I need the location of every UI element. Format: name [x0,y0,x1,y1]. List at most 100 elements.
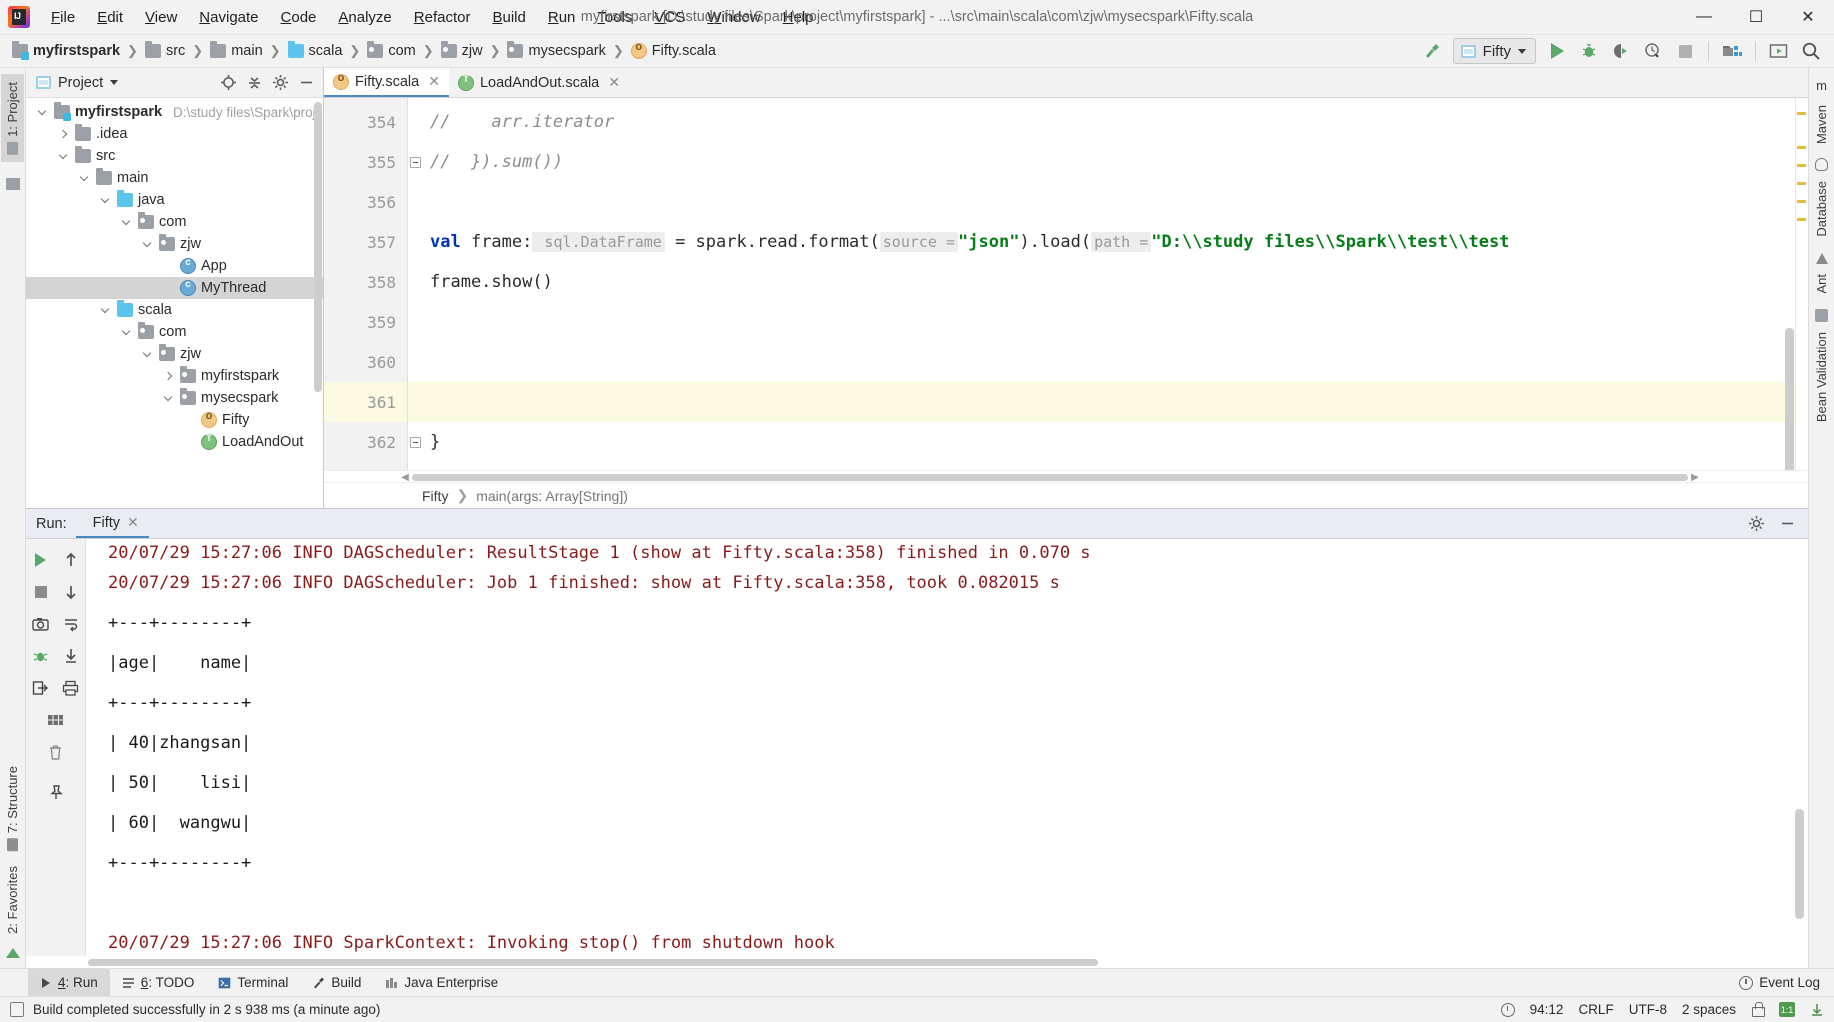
sidebar-item-project[interactable]: 1: Project [1,74,24,162]
error-stripe-gutter[interactable] [1795,98,1808,470]
console-vertical-scrollbar[interactable] [1795,809,1804,919]
chevron-down-icon[interactable] [99,194,112,207]
menu-window[interactable]: Window [696,5,771,30]
console-horizontal-scrollbar[interactable] [88,959,1098,966]
sidebar-item-structure[interactable]: 7: Structure [1,758,24,858]
console-hscroll-area[interactable] [26,956,1808,968]
editor-gutter[interactable]: 354 355 356 357 358 359 360 361 362 [324,98,421,470]
breadcrumb-item-main[interactable]: main [208,41,264,59]
close-button[interactable]: ✕ [1782,0,1834,34]
menu-file[interactable]: File [40,5,86,30]
chevron-down-icon[interactable] [99,304,112,317]
event-log-label[interactable]: Event Log [1759,975,1820,990]
event-log-area[interactable]: Event Log [1739,975,1834,990]
chevron-right-icon[interactable] [57,128,70,141]
rerun-button[interactable] [27,546,55,574]
menu-help[interactable]: Help [772,5,825,30]
caret-position[interactable]: 94:12 [1530,1002,1564,1017]
run-tab-fifty[interactable]: Fifty ✕ [75,509,149,538]
run-console-output[interactable]: 20/07/29 15:27:06 INFO DAGScheduler: Res… [86,539,1808,956]
breadcrumb-item-scala[interactable]: scala [286,41,345,59]
tree-node-loadandout[interactable]: LoadAndOut [26,431,323,453]
window-controls[interactable]: — ☐ ✕ [1678,0,1834,34]
pin-tab-icon[interactable] [42,778,70,806]
scroll-to-end-button[interactable] [57,642,85,670]
print-button[interactable] [57,674,85,702]
tree-node-com[interactable]: com [26,321,323,343]
menu-analyze[interactable]: Analyze [327,5,402,30]
gutter-line-356[interactable]: 356 [324,182,407,222]
sidebar-item-maven[interactable]: Maven [1810,97,1833,152]
chevron-down-icon[interactable] [141,348,154,361]
breadcrumb[interactable]: myfirstspark ❯ src ❯ main ❯ scala ❯ com ❯ zjw ❯ myse… [10,41,718,60]
scroll-down-button[interactable] [57,578,85,606]
bottom-tab---todo6[interactable]: 6: TODO [110,969,207,996]
project-view-chevron-icon[interactable] [110,80,119,85]
menu-code[interactable]: Code [270,5,328,30]
sidebar-item-bean-validation[interactable]: Bean Validation [1810,324,1833,430]
hide-run-panel-icon[interactable] [1779,515,1796,532]
grid-view-button[interactable] [42,706,70,734]
menu-build[interactable]: Build [481,5,536,30]
gutter-line-355[interactable]: 355 [324,142,421,182]
tree-node-myfirstspark[interactable]: myfirstspark [26,365,323,387]
soft-wrap-button[interactable] [57,610,85,638]
breadcrumb-item-myfirstspark[interactable]: myfirstspark [10,41,122,60]
editor-tab-fifty-scala[interactable]: Fifty.scala ✕ [324,68,449,97]
tree-node-mysecspark[interactable]: mysecspark [26,387,323,409]
notifications-icon[interactable] [1810,1002,1824,1017]
editor-horizontal-scrollbar[interactable] [412,474,1688,481]
chevron-down-icon[interactable] [36,106,49,119]
editor-body[interactable]: 354 355 356 357 358 359 360 361 362 // arr.itera… [324,98,1808,470]
collapse-all-icon[interactable] [246,74,263,91]
menu-run[interactable]: Run [537,5,587,30]
file-encoding[interactable]: UTF-8 [1629,1002,1667,1017]
maximize-button[interactable]: ☐ [1730,0,1782,34]
bottom-tab-java-enterprise[interactable]: Java Enterprise [373,969,510,996]
menu-bar-items[interactable]: File Edit View Navigate Code Analyze Refactor B… [40,5,825,30]
select-run-target-icon[interactable] [1764,38,1794,64]
tree-node-app[interactable]: App [26,255,323,277]
tree-node-java[interactable]: java [26,189,323,211]
chevron-down-icon[interactable] [162,392,175,405]
tree-node-zjw[interactable]: zjw [26,343,323,365]
breadcrumb-item-com[interactable]: com [365,41,417,59]
run-with-coverage-button[interactable] [1606,38,1636,64]
bottom-tab-terminal[interactable]: Terminal [206,969,300,996]
chevron-down-icon[interactable] [120,326,133,339]
chevron-down-icon[interactable] [78,172,91,185]
search-everywhere-icon[interactable] [1796,38,1826,64]
menu-refactor[interactable]: Refactor [403,5,482,30]
breadcrumb-item-zjw[interactable]: zjw [439,41,485,59]
chevron-right-icon[interactable] [162,370,175,383]
profiler-button[interactable] [1638,38,1668,64]
gear-icon[interactable] [272,74,289,91]
locate-file-icon[interactable] [220,74,237,91]
bottom-tab-build[interactable]: Build [300,969,373,996]
editor-tabs[interactable]: Fifty.scala ✕ LoadAndOut.scala ✕ [324,68,1808,98]
project-tree-scrollbar[interactable] [314,102,322,392]
editor-breadcrumb-1[interactable]: main(args: Array[String]) [476,488,628,504]
tree-node-src[interactable]: src [26,145,323,167]
minimize-button[interactable]: — [1678,0,1730,34]
chevron-down-icon[interactable] [141,238,154,251]
editor-tab-close-icon[interactable]: ✕ [428,73,440,90]
menu-view[interactable]: View [134,5,188,30]
line-separator[interactable]: CRLF [1578,1002,1613,1017]
menu-navigate[interactable]: Navigate [188,5,269,30]
tree-node-fifty[interactable]: Fifty [26,409,323,431]
tree-node-myfirstspark[interactable]: myfirstspark D:\study files\Spark\project [26,101,323,123]
bottom-tool-window-bar[interactable]: 4: Run 6: TODO Terminal Build Java Enterpris… [0,968,1834,996]
run-button[interactable] [1542,38,1572,64]
debug-button[interactable] [1574,38,1604,64]
editor-breadcrumb-0[interactable]: Fifty [422,488,448,504]
run-settings-gear-icon[interactable] [1748,515,1765,532]
bottom-tab---run4[interactable]: 4: Run [28,969,110,996]
scroll-up-button[interactable] [57,546,85,574]
project-structure-button[interactable] [1717,38,1747,64]
gutter-line-354[interactable]: 354 [324,102,407,142]
hscroll-right-arrow-icon[interactable]: ▶ [1690,471,1700,483]
import-button[interactable] [27,674,55,702]
camera-snapshot-button[interactable] [27,610,55,638]
project-tree[interactable]: myfirstspark D:\study files\Spark\project… [26,98,323,508]
